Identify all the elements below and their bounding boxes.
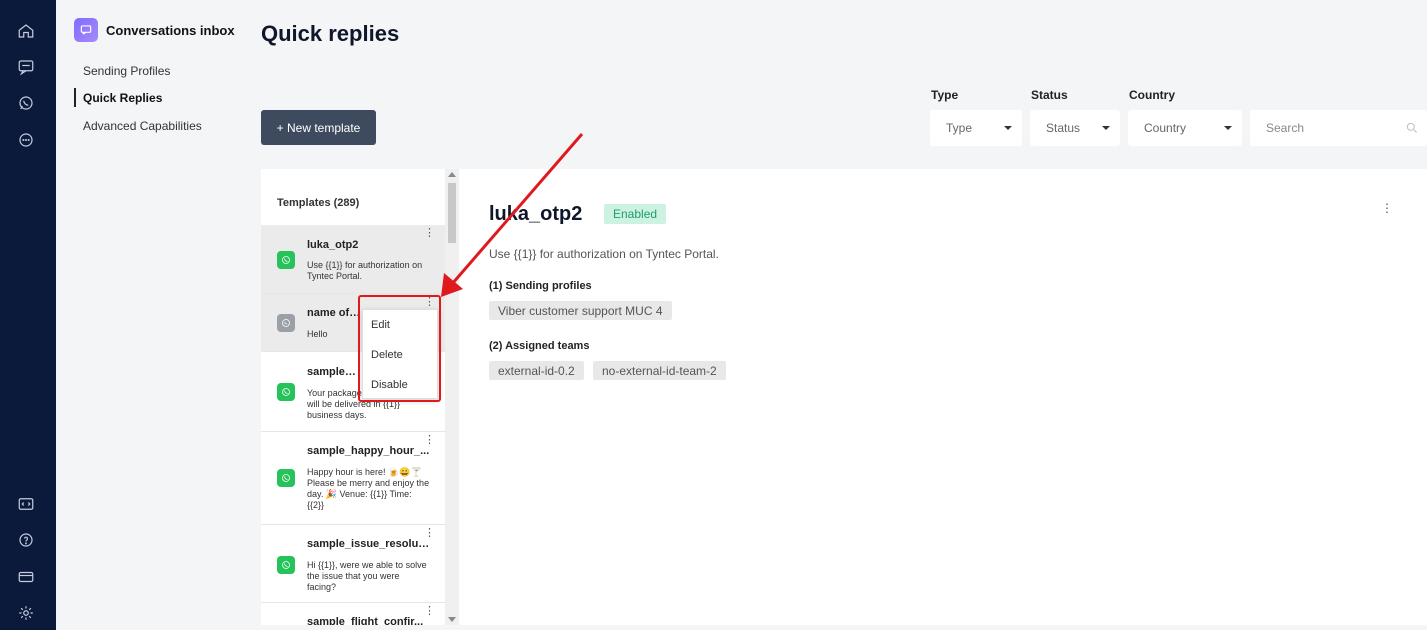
type-select-value: Type <box>946 121 973 135</box>
status-filter-label: Status <box>1031 88 1068 102</box>
status-select[interactable]: Status <box>1030 110 1120 146</box>
sidebar-item-advanced-capabilities[interactable]: Advanced Capabilities <box>83 119 202 133</box>
type-filter-label: Type <box>931 88 959 102</box>
annotation-highlight-box <box>358 295 441 402</box>
template-name: sample_flight_confir... <box>307 616 424 625</box>
inbox-icon[interactable] <box>14 55 38 79</box>
sending-profiles-header: (1) Sending profiles <box>489 280 592 292</box>
search-placeholder: Search <box>1266 121 1305 135</box>
template-item[interactable]: sample_happy_hour_... Happy hour is here… <box>261 432 445 525</box>
template-detail-panel: luka_otp2 Enabled ⋮ Use {{1}} for author… <box>459 169 1427 625</box>
chevron-down-icon <box>1004 126 1012 130</box>
template-name: sample_issue_resolut... <box>307 538 431 550</box>
whatsapp-icon[interactable] <box>14 91 38 115</box>
settings-icon[interactable] <box>14 601 38 625</box>
app-rail <box>0 0 56 630</box>
more-options-icon[interactable]: ⋮ <box>424 606 435 617</box>
whatsapp-icon <box>277 556 295 574</box>
more-options-icon[interactable]: ⋮ <box>424 228 435 239</box>
template-item[interactable]: sample_issue_resolut... Hi {{1}}, were w… <box>261 525 445 603</box>
section-sidebar: Conversations inbox Sending Profiles Qui… <box>56 0 244 630</box>
more-options-icon[interactable]: ⋮ <box>424 435 435 446</box>
country-select-value: Country <box>1144 121 1187 135</box>
new-template-button[interactable]: + New template <box>261 110 376 145</box>
template-description: Use {{1}} for authorization on Tyntec Po… <box>489 247 719 261</box>
assigned-teams-header: (2) Assigned teams <box>489 340 590 352</box>
sidebar-item-quick-replies[interactable]: Quick Replies <box>83 91 162 105</box>
help-icon[interactable] <box>14 528 38 552</box>
template-text: Hi {{1}}, were we able to solve the issu… <box>307 560 427 592</box>
list-scrollbar[interactable] <box>445 169 459 625</box>
whatsapp-icon <box>277 469 295 487</box>
team-chip: no-external-id-team-2 <box>593 361 726 380</box>
whatsapp-icon <box>277 383 295 401</box>
sidebar-item-sending-profiles[interactable]: Sending Profiles <box>83 64 170 78</box>
template-name: luka_otp2 <box>307 239 359 251</box>
sidebar-title: Conversations inbox <box>106 22 235 38</box>
type-select[interactable]: Type <box>930 110 1022 146</box>
chevron-down-icon <box>1224 126 1232 130</box>
template-item[interactable]: sample_flight_confir... ⋮ <box>261 603 445 625</box>
template-list-header: Templates (289) <box>277 197 360 209</box>
search-input[interactable]: Search <box>1250 110 1427 146</box>
status-select-value: Status <box>1046 121 1081 135</box>
active-indicator <box>74 88 76 107</box>
home-icon[interactable] <box>14 19 38 43</box>
template-text: Use {{1}} for authorization on Tyntec Po… <box>307 260 423 281</box>
template-detail-title: luka_otp2 <box>489 203 583 225</box>
scroll-up-icon[interactable] <box>448 172 456 177</box>
template-text: Happy hour is here! 🍺😀🍸 Please be merry … <box>307 467 430 510</box>
viber-icon <box>277 314 295 332</box>
more-options-icon[interactable]: ⋮ <box>1381 202 1393 214</box>
sending-profile-chip: Viber customer support MUC 4 <box>489 301 672 320</box>
team-chip: external-id-0.2 <box>489 361 584 380</box>
sidebar-header: Conversations inbox <box>74 18 235 42</box>
template-name: name of th <box>307 307 361 319</box>
country-filter-label: Country <box>1129 88 1175 102</box>
chat-icon[interactable] <box>14 128 38 152</box>
scrollbar-thumb[interactable] <box>448 183 456 243</box>
scroll-down-icon[interactable] <box>448 617 456 622</box>
template-item[interactable]: luka_otp2 Use {{1}} for authorization on… <box>261 225 445 294</box>
search-icon <box>1406 122 1417 133</box>
conversations-logo-icon <box>74 18 98 42</box>
more-options-icon[interactable]: ⋮ <box>424 528 435 539</box>
country-select[interactable]: Country <box>1128 110 1242 146</box>
billing-icon[interactable] <box>14 565 38 589</box>
page-title: Quick replies <box>261 21 400 46</box>
whatsapp-icon <box>277 251 295 269</box>
status-badge: Enabled <box>604 204 667 224</box>
chevron-down-icon <box>1102 126 1110 130</box>
template-name: sample_sh <box>307 366 361 378</box>
code-icon[interactable] <box>14 492 38 516</box>
template-name: sample_happy_hour_... <box>307 445 430 457</box>
